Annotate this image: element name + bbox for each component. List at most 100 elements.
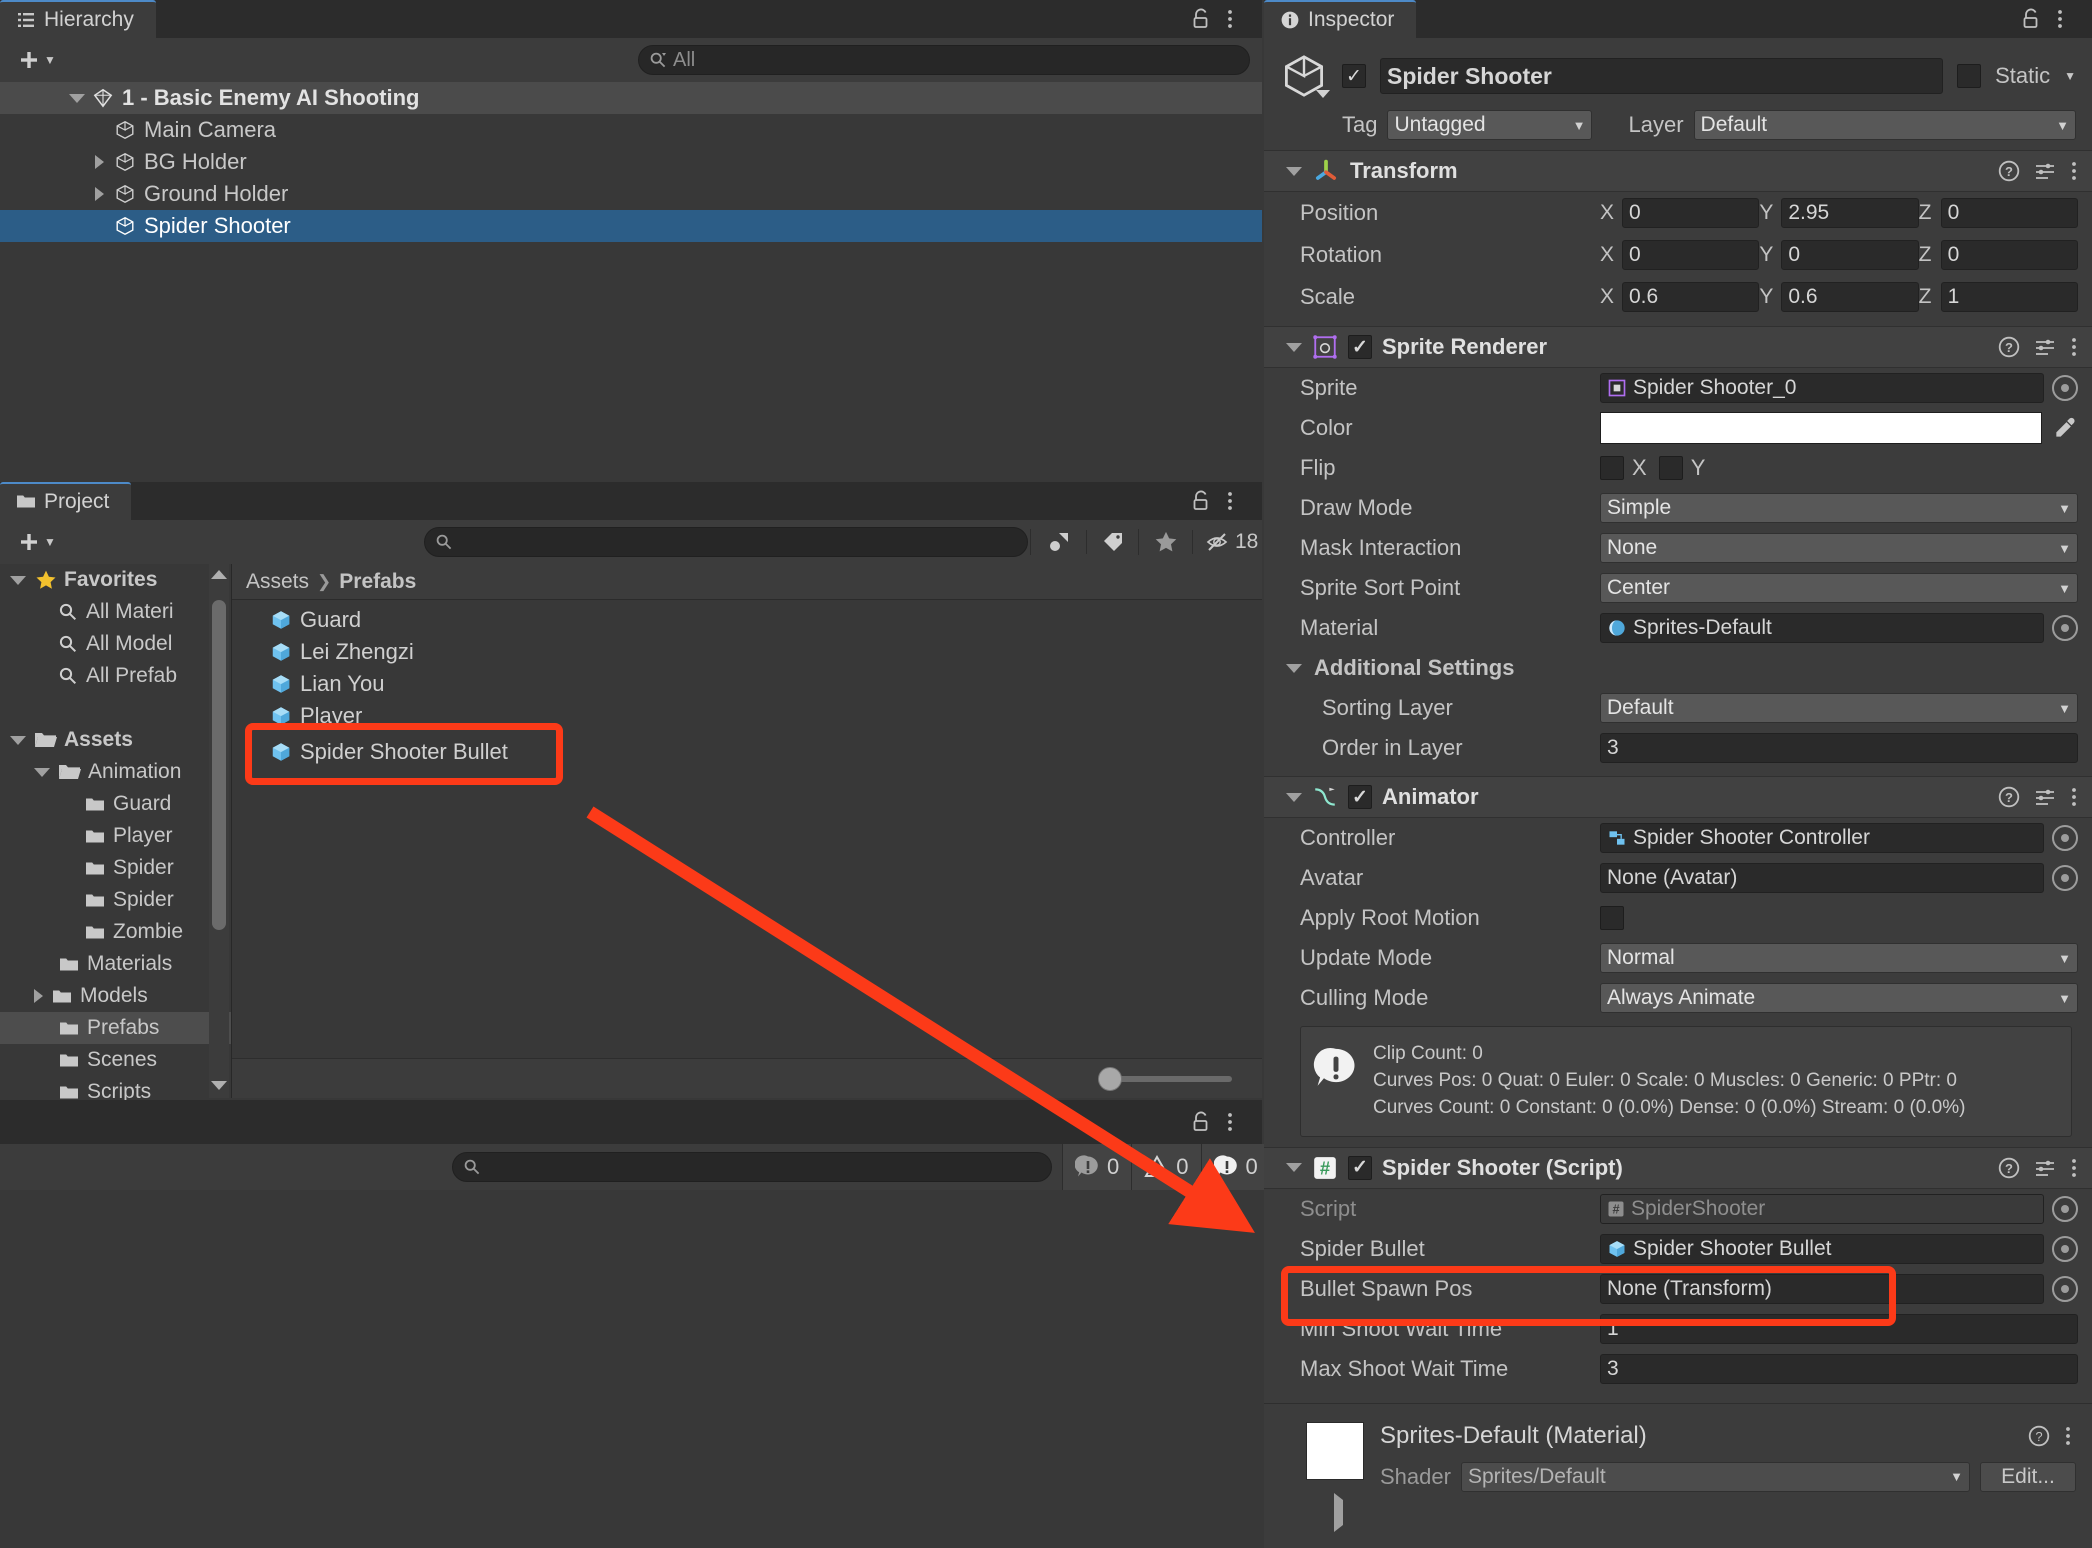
project-tree-all-prefabs[interactable]: All Prefab (0, 660, 231, 692)
position-z-input[interactable]: 0 (1940, 198, 2078, 228)
script-component-header[interactable]: # ✓ Spider Shooter (Script) ? (1264, 1146, 2092, 1189)
preset-icon[interactable] (2034, 786, 2056, 808)
position-x-input[interactable]: 0 (1622, 198, 1760, 228)
asset-zoom-slider[interactable] (232, 1058, 1262, 1098)
project-tree-guard[interactable]: Guard (0, 788, 231, 820)
console-search-input[interactable] (452, 1152, 1052, 1182)
scale-x-input[interactable]: 0.6 (1622, 282, 1760, 312)
avatar-object-field[interactable]: None (Avatar) (1600, 863, 2044, 893)
color-swatch[interactable] (1600, 412, 2042, 444)
expand-arrow-icon[interactable] (10, 575, 26, 585)
expand-arrow-icon[interactable] (1334, 1492, 1343, 1532)
lock-icon[interactable] (1190, 7, 1212, 31)
project-tree-favorites[interactable]: Favorites (0, 564, 231, 596)
rotation-y-input[interactable]: 0 (1781, 240, 1919, 270)
project-tree-scenes[interactable]: Scenes (0, 1044, 231, 1076)
slider-handle[interactable] (1098, 1066, 1122, 1091)
draw-mode-dropdown[interactable]: Simple ▼ (1600, 493, 2078, 523)
preset-icon[interactable] (2034, 336, 2056, 358)
culling-mode-dropdown[interactable]: Always Animate ▼ (1600, 983, 2078, 1013)
sprite-renderer-component-header[interactable]: ✓ Sprite Renderer ? (1264, 326, 2092, 368)
breadcrumb-assets[interactable]: Assets (246, 570, 309, 594)
lock-icon[interactable] (1190, 489, 1212, 513)
asset-row-lei-zhengzi[interactable]: Lei Zhengzi (232, 636, 1262, 668)
script-enabled-checkbox[interactable]: ✓ (1348, 1155, 1372, 1180)
bullet-spawn-pos-picker-button[interactable] (2052, 1275, 2078, 1302)
additional-settings-foldout[interactable]: Additional Settings (1264, 648, 2092, 688)
project-tree-all-materials[interactable]: All Materi (0, 596, 231, 628)
hierarchy-row-bg-holder[interactable]: BG Holder (0, 146, 1262, 178)
project-tree-scrollbar[interactable] (209, 564, 229, 1098)
filter-favorites-button[interactable] (1138, 529, 1192, 555)
flip-y-checkbox[interactable] (1658, 456, 1683, 480)
expand-arrow-icon[interactable] (88, 155, 110, 169)
gameobject-enabled-checkbox[interactable]: ✓ (1342, 64, 1366, 88)
breadcrumb-prefabs[interactable]: Prefabs (339, 570, 416, 594)
kebab-menu-icon[interactable] (2070, 1157, 2078, 1179)
expand-arrow-icon[interactable] (10, 735, 26, 745)
max-shoot-wait-input[interactable]: 3 (1600, 1353, 2078, 1384)
project-tree-zombie[interactable]: Zombie (0, 916, 231, 948)
hierarchy-row-scene[interactable]: 1 - Basic Enemy AI Shooting (0, 82, 1262, 114)
asset-row-lian-you[interactable]: Lian You (232, 668, 1262, 700)
kebab-menu-icon[interactable] (2070, 786, 2078, 808)
asset-row-spider-shooter-bullet[interactable]: Spider Shooter Bullet (232, 736, 1262, 768)
hierarchy-row-main-camera[interactable]: Main Camera (0, 114, 1262, 146)
expand-arrow-icon[interactable] (1286, 342, 1302, 352)
project-tree-all-models[interactable]: All Model (0, 628, 231, 660)
expand-arrow-icon[interactable] (34, 767, 50, 777)
order-in-layer-input[interactable]: 3 (1600, 733, 2078, 763)
material-picker-button[interactable] (2052, 615, 2078, 641)
tab-hierarchy[interactable]: Hierarchy (0, 0, 156, 38)
kebab-menu-icon[interactable] (2056, 7, 2078, 31)
kebab-menu-icon[interactable] (2070, 336, 2078, 358)
help-icon[interactable]: ? (1998, 336, 2020, 358)
console-warning-filter[interactable]: 0 (1131, 1144, 1201, 1190)
hierarchy-row-ground-holder[interactable]: Ground Holder (0, 178, 1262, 210)
preset-icon[interactable] (2034, 1157, 2056, 1179)
project-tree-player[interactable]: Player (0, 820, 231, 852)
material-object-field[interactable]: Sprites-Default (1600, 613, 2044, 643)
hierarchy-row-spider-shooter[interactable]: Spider Shooter (0, 210, 1262, 242)
min-shoot-wait-input[interactable]: 1 (1600, 1313, 2078, 1344)
kebab-menu-icon[interactable] (2064, 1425, 2072, 1447)
help-icon[interactable]: ? (1998, 1157, 2020, 1179)
expand-arrow-icon[interactable] (88, 187, 110, 201)
layer-dropdown[interactable]: Default ▼ (1693, 110, 2076, 140)
kebab-menu-icon[interactable] (1226, 1110, 1248, 1134)
filter-by-type-button[interactable] (1030, 529, 1086, 555)
bullet-spawn-pos-object-field[interactable]: None (Transform) (1600, 1273, 2044, 1304)
flip-x-checkbox[interactable] (1600, 456, 1624, 480)
project-search-input[interactable] (424, 527, 1028, 557)
spider-bullet-object-field[interactable]: Spider Shooter Bullet (1600, 1233, 2044, 1264)
expand-arrow-icon[interactable] (34, 989, 43, 1003)
project-tree-prefabs[interactable]: Prefabs (0, 1012, 231, 1044)
lock-icon[interactable] (1190, 1110, 1212, 1134)
console-log-filter[interactable]: 0 (1062, 1144, 1132, 1190)
apply-root-motion-checkbox[interactable] (1600, 906, 1624, 930)
preset-icon[interactable] (2034, 160, 2056, 182)
position-y-input[interactable]: 2.95 (1781, 198, 1919, 228)
scroll-down-arrow-icon[interactable] (209, 1081, 229, 1090)
spider-bullet-picker-button[interactable] (2052, 1235, 2078, 1262)
expand-arrow-icon[interactable] (1286, 1163, 1302, 1173)
scale-z-input[interactable]: 1 (1940, 282, 2078, 312)
filter-by-label-button[interactable] (1086, 530, 1138, 554)
controller-picker-button[interactable] (2052, 825, 2078, 851)
transform-component-header[interactable]: Transform ? (1264, 150, 2092, 192)
project-tree-animation[interactable]: Animation (0, 756, 231, 788)
expand-arrow-icon[interactable] (66, 93, 88, 103)
help-icon[interactable]: ? (1998, 160, 2020, 182)
scroll-up-arrow-icon[interactable] (209, 564, 229, 579)
sprite-renderer-enabled-checkbox[interactable]: ✓ (1348, 335, 1372, 359)
hidden-assets-count[interactable]: 18 (1192, 530, 1270, 554)
sprite-object-field[interactable]: Spider Shooter_0 (1600, 373, 2044, 403)
script-picker-button[interactable] (2052, 1195, 2078, 1222)
kebab-menu-icon[interactable] (2070, 160, 2078, 182)
expand-arrow-icon[interactable] (1286, 166, 1302, 176)
avatar-picker-button[interactable] (2052, 865, 2078, 891)
animator-enabled-checkbox[interactable]: ✓ (1348, 785, 1372, 809)
update-mode-dropdown[interactable]: Normal ▼ (1600, 943, 2078, 973)
project-tree-assets[interactable]: Assets (0, 724, 231, 756)
eyedropper-icon[interactable] (2052, 415, 2078, 441)
